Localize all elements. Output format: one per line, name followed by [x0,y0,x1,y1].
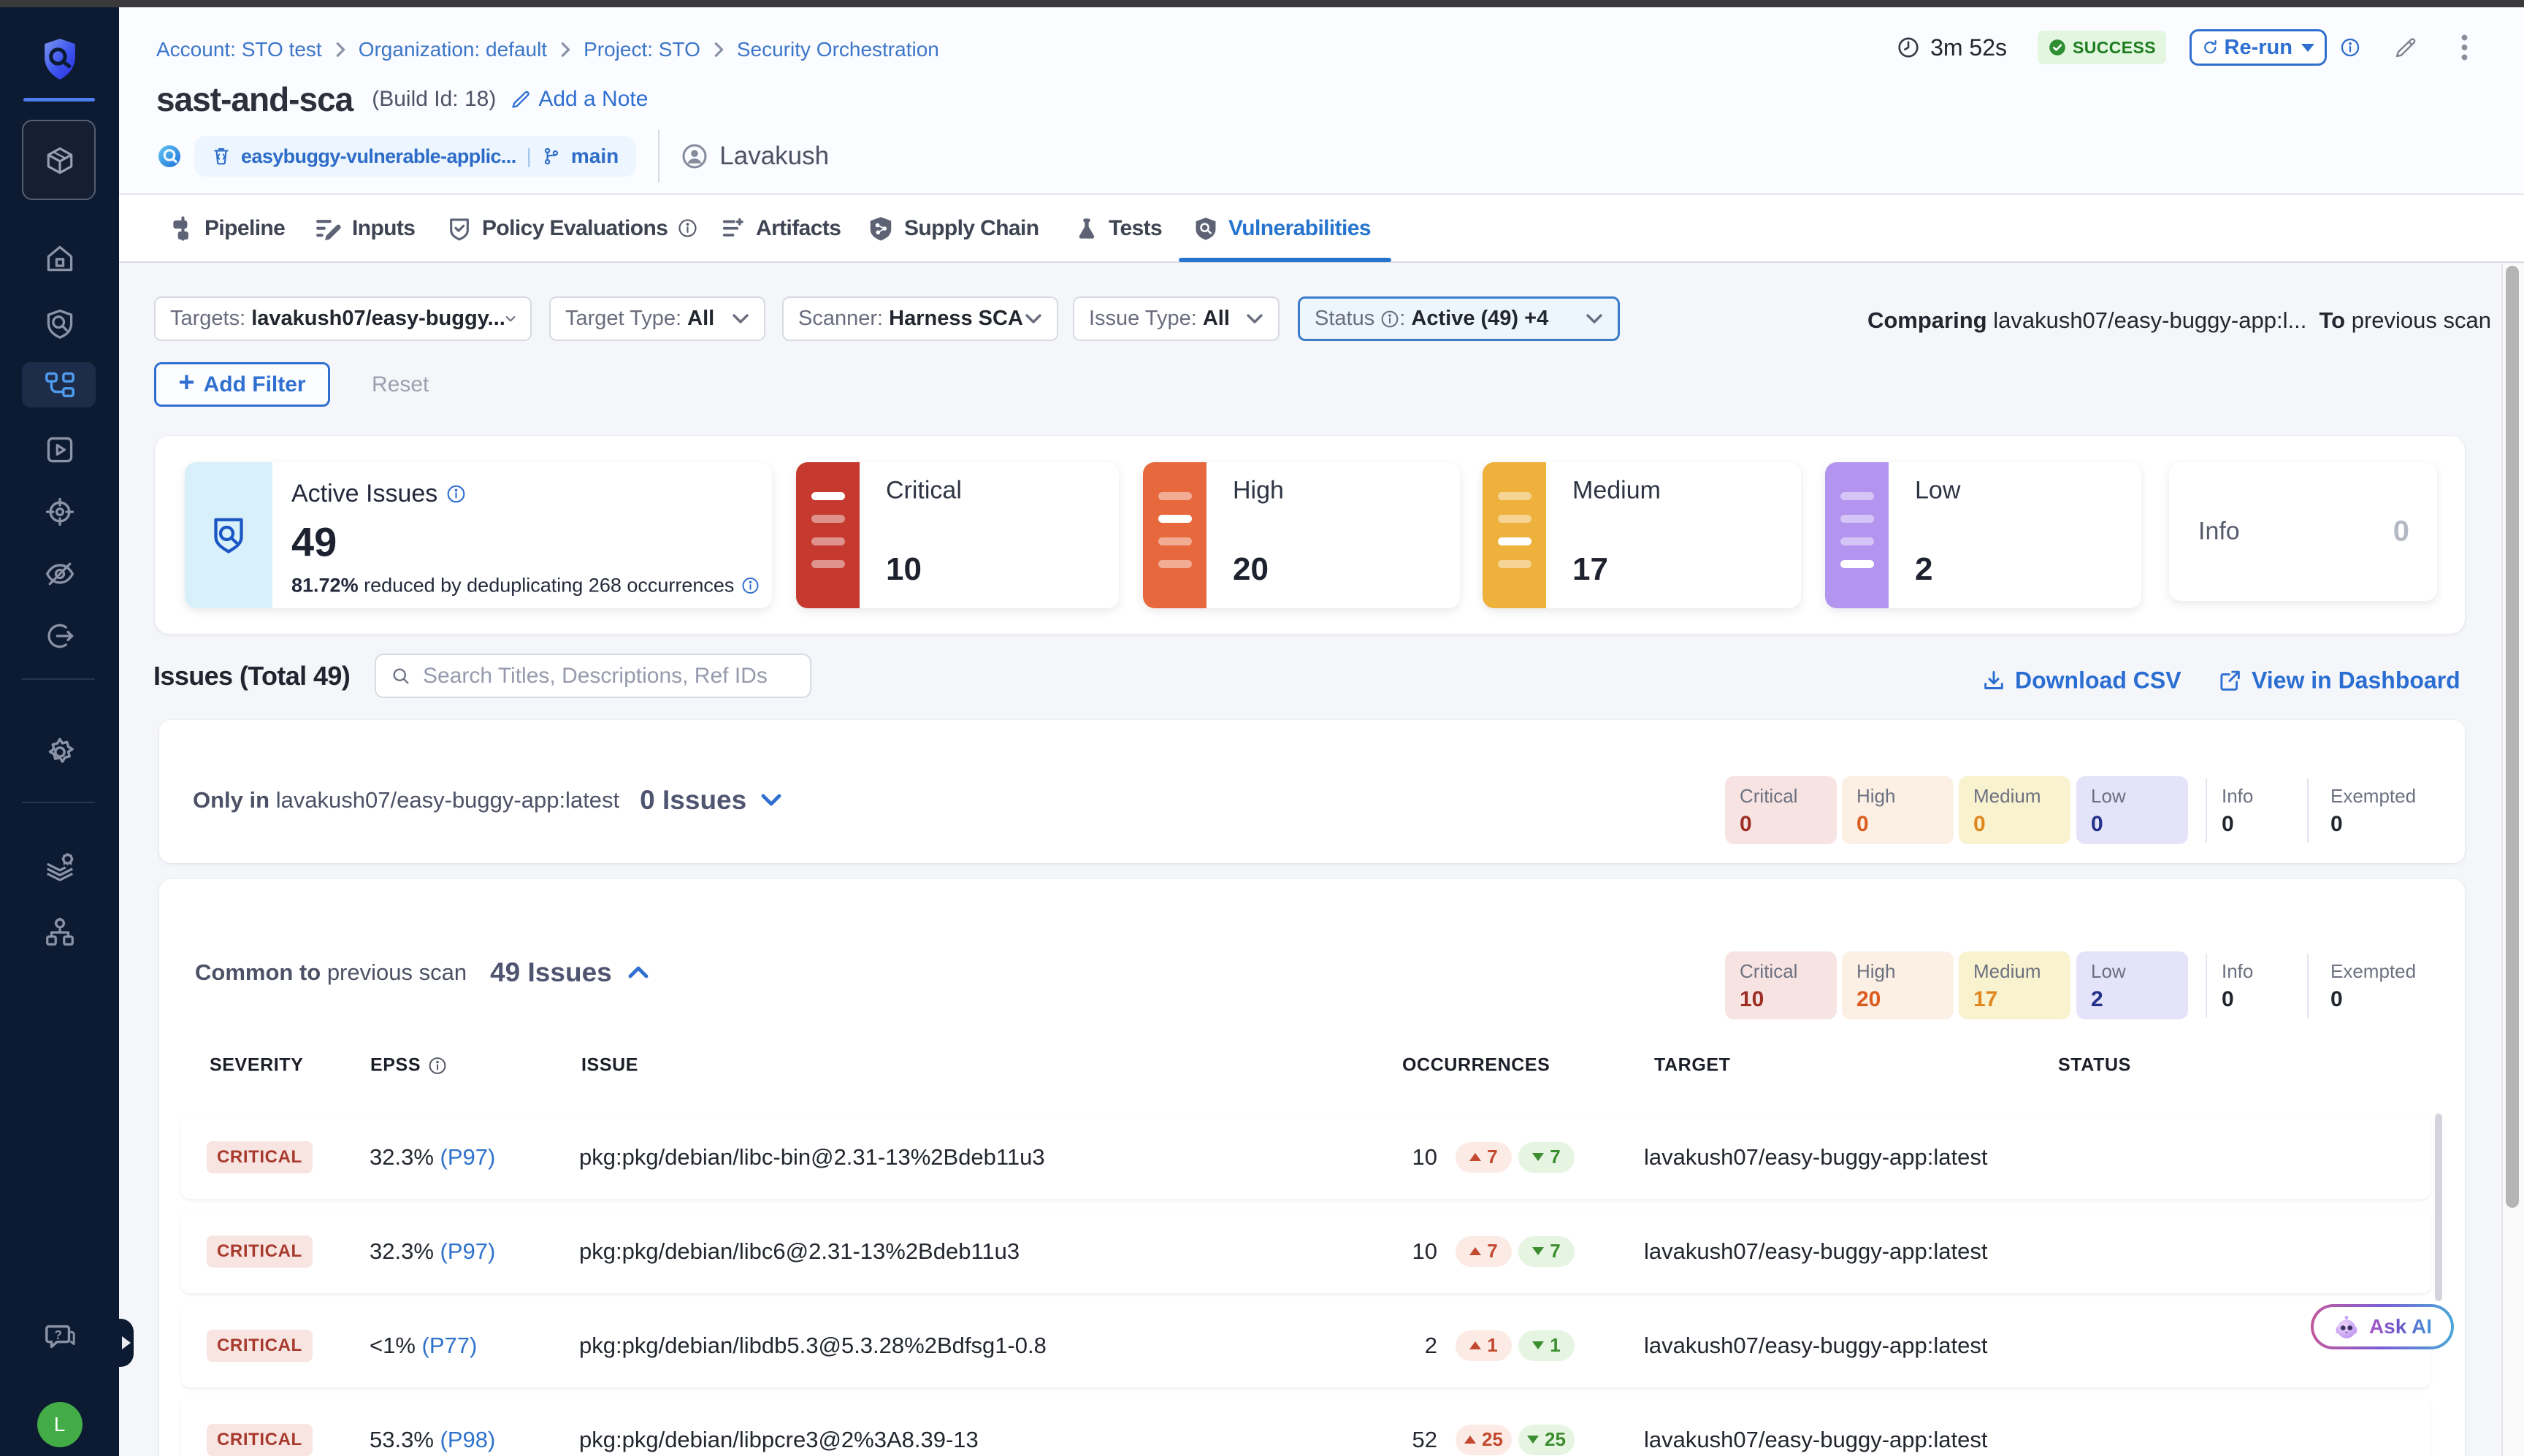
svg-text:?: ? [54,1327,62,1342]
